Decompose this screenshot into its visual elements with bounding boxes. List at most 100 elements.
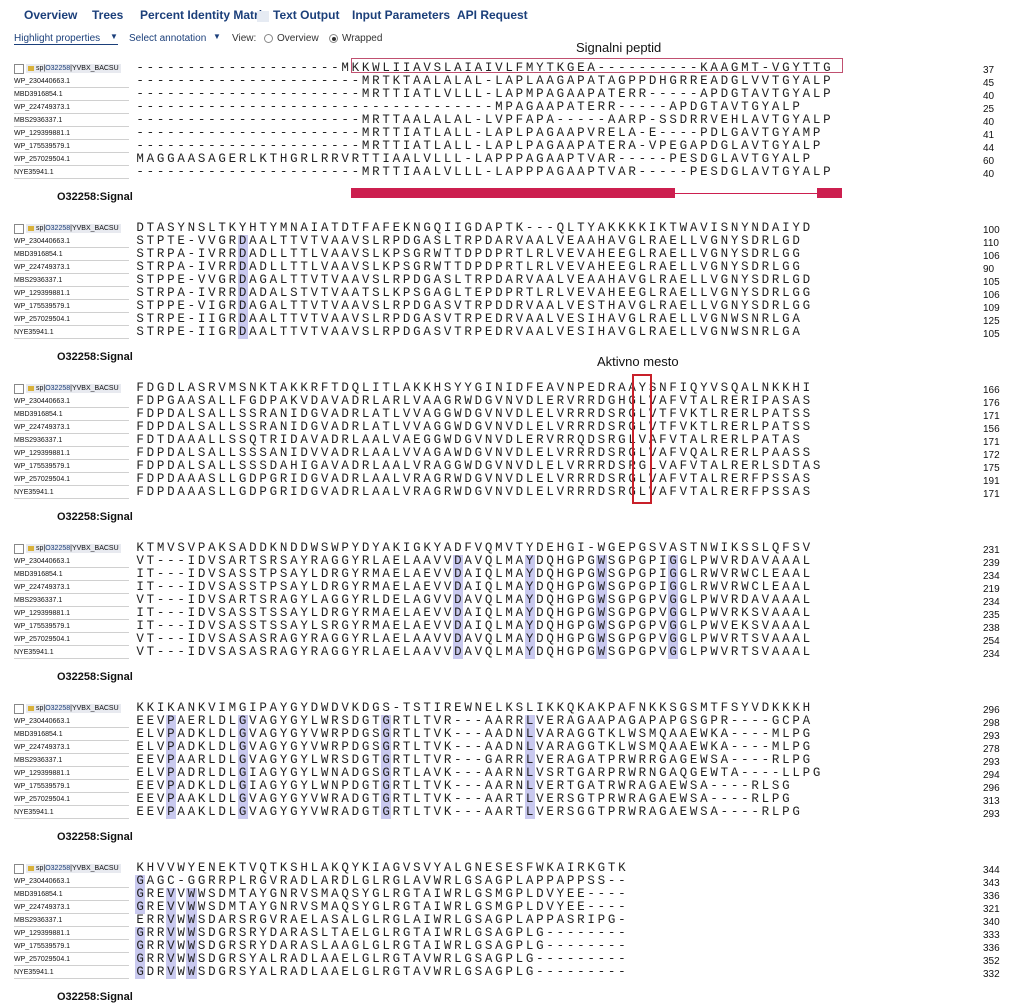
sequence-label[interactable]: MBS2936337.1 [14, 436, 62, 445]
sequence-label[interactable]: MBD3916854.1 [14, 410, 63, 419]
view-wrapped-radio[interactable] [329, 34, 338, 43]
sequence-label[interactable]: WP_257029504.1 [14, 155, 70, 164]
reference-sequence-label[interactable]: sp|O32258|YVBX_BACSU [26, 224, 121, 233]
sequence-label[interactable]: MBS2936337.1 [14, 596, 62, 605]
sequence-checkbox[interactable] [14, 64, 24, 74]
row-divider [14, 338, 129, 339]
sequence-label[interactable]: WP_129399881.1 [14, 449, 70, 458]
sequence-label[interactable]: WP_129399881.1 [14, 609, 70, 618]
sequence-accession-link[interactable]: O32258 [45, 865, 70, 872]
reference-sequence-label[interactable]: sp|O32258|YVBX_BACSU [26, 704, 121, 713]
sequence-label[interactable]: WP_224749373.1 [14, 583, 70, 592]
signal-track-label: O32258:Signal [57, 831, 133, 843]
active-site-box [632, 374, 652, 504]
highlight-properties-dropdown[interactable]: Highlight properties [14, 33, 100, 44]
sequence-label[interactable]: WP_257029504.1 [14, 315, 70, 324]
sequence-accession-link[interactable]: O32258 [45, 705, 70, 712]
residue-position: 40 [983, 169, 995, 180]
sequence-checkbox[interactable] [14, 704, 24, 714]
sequence-id: |YVBX_BACSU [70, 385, 119, 392]
sequence-label[interactable]: WP_224749373.1 [14, 903, 70, 912]
sequence-label[interactable]: WP_129399881.1 [14, 289, 70, 298]
sequence-label[interactable]: MBD3916854.1 [14, 730, 63, 739]
sequence-label[interactable]: WP_230440663.1 [14, 77, 70, 86]
view-wrapped-label[interactable]: Wrapped [342, 33, 382, 44]
folder-icon [28, 545, 34, 551]
signal-track-label: O32258:Signal [57, 671, 133, 683]
sequence-label[interactable]: WP_224749373.1 [14, 743, 70, 752]
sequence-label[interactable]: WP_257029504.1 [14, 475, 70, 484]
result-tabs: Overview Trees Percent Identity Matrix T… [0, 0, 1022, 30]
view-overview-radio[interactable] [264, 34, 273, 43]
sequence-accession-link[interactable]: O32258 [45, 545, 70, 552]
tab-percent-identity-matrix[interactable]: Percent Identity Matrix [140, 8, 269, 22]
sequence-label[interactable]: WP_230440663.1 [14, 557, 70, 566]
sequence-label[interactable]: WP_175539579.1 [14, 622, 70, 631]
sequence-label[interactable]: MBS2936337.1 [14, 756, 62, 765]
sequence-label[interactable]: WP_257029504.1 [14, 955, 70, 964]
sequence-accession-link[interactable]: O32258 [45, 225, 70, 232]
active-site-annotation: Aktivno mesto [597, 354, 679, 369]
sequence-label[interactable]: WP_230440663.1 [14, 877, 70, 886]
sequence-label[interactable]: NYE35941.1 [14, 648, 54, 657]
sequence-label[interactable]: WP_230440663.1 [14, 237, 70, 246]
sequence-checkbox[interactable] [14, 864, 24, 874]
sequence-label[interactable]: WP_230440663.1 [14, 397, 70, 406]
sequence-accession-link[interactable]: O32258 [45, 65, 70, 72]
tab-text-output[interactable]: Text Output [273, 8, 339, 22]
reference-sequence-label[interactable]: sp|O32258|YVBX_BACSU [26, 544, 121, 553]
sequence-checkbox[interactable] [14, 384, 24, 394]
signal-track-label: O32258:Signal [57, 191, 133, 203]
sequence-db: sp| [36, 545, 46, 552]
sequence-label[interactable]: MBS2936337.1 [14, 916, 62, 925]
sequence-label[interactable]: WP_175539579.1 [14, 142, 70, 151]
sequence-label[interactable]: WP_257029504.1 [14, 795, 70, 804]
sequence-label[interactable]: WP_175539579.1 [14, 782, 70, 791]
select-annotation-dropdown[interactable]: Select annotation [129, 33, 206, 44]
view-options-bar: Highlight properties ▼ Select annotation… [0, 32, 1022, 48]
sequence-label[interactable]: MBS2936337.1 [14, 116, 62, 125]
tab-overview[interactable]: Overview [24, 8, 77, 22]
sequence-label[interactable]: WP_224749373.1 [14, 423, 70, 432]
signal-peptide-annotation: Signalni peptid [576, 40, 662, 55]
sequence-label[interactable]: MBD3916854.1 [14, 250, 63, 259]
caret-down-icon[interactable]: ▼ [213, 32, 221, 41]
sequence-id: |YVBX_BACSU [70, 225, 119, 232]
folder-icon [28, 865, 34, 871]
sequence-residues: STRPE-IIGRDAALTTVTVAAVSLRPDGASVTRPEDRVAA… [136, 325, 800, 339]
sequence-accession-link[interactable]: O32258 [45, 385, 70, 392]
sequence-label[interactable]: WP_224749373.1 [14, 263, 70, 272]
sequence-label[interactable]: WP_175539579.1 [14, 942, 70, 951]
sequence-label[interactable]: NYE35941.1 [14, 168, 54, 177]
tab-api-request[interactable]: API Request [457, 8, 528, 22]
sequence-label[interactable]: WP_175539579.1 [14, 302, 70, 311]
sequence-label[interactable]: MBD3916854.1 [14, 570, 63, 579]
sequence-label[interactable]: WP_129399881.1 [14, 929, 70, 938]
reference-sequence-label[interactable]: sp|O32258|YVBX_BACSU [26, 64, 121, 73]
sequence-label[interactable]: NYE35941.1 [14, 808, 54, 817]
sequence-label[interactable]: MBS2936337.1 [14, 276, 62, 285]
sequence-label[interactable]: NYE35941.1 [14, 968, 54, 977]
sequence-label[interactable]: WP_129399881.1 [14, 129, 70, 138]
caret-down-icon[interactable]: ▼ [110, 32, 118, 41]
sequence-label[interactable]: NYE35941.1 [14, 488, 54, 497]
tab-input-parameters[interactable]: Input Parameters [352, 8, 450, 22]
sequence-db: sp| [36, 705, 46, 712]
sequence-label[interactable]: WP_224749373.1 [14, 103, 70, 112]
sequence-label[interactable]: WP_175539579.1 [14, 462, 70, 471]
alignment-row: NYE35941.1 S T R P E - I I G R D A A L T T V T V A A V S L R P D G A S… [0, 325, 1022, 340]
sequence-label[interactable]: WP_257029504.1 [14, 635, 70, 644]
sequence-label[interactable]: MBD3916854.1 [14, 890, 63, 899]
sequence-label[interactable]: MBD3916854.1 [14, 90, 63, 99]
reference-sequence-label[interactable]: sp|O32258|YVBX_BACSU [26, 384, 121, 393]
tab-trees[interactable]: Trees [92, 8, 123, 22]
sequence-checkbox[interactable] [14, 544, 24, 554]
reference-sequence-label[interactable]: sp|O32258|YVBX_BACSU [26, 864, 121, 873]
sequence-label[interactable]: WP_129399881.1 [14, 769, 70, 778]
signal-peptide-gap-line [675, 193, 817, 194]
sequence-checkbox[interactable] [14, 224, 24, 234]
alignment-row: NYE35941.1 G D R V W W S D G R S Y A L R A D L A A E L G L R G T A V W… [0, 966, 1022, 980]
sequence-label[interactable]: WP_230440663.1 [14, 717, 70, 726]
view-overview-label[interactable]: Overview [277, 33, 319, 44]
sequence-label[interactable]: NYE35941.1 [14, 328, 54, 337]
